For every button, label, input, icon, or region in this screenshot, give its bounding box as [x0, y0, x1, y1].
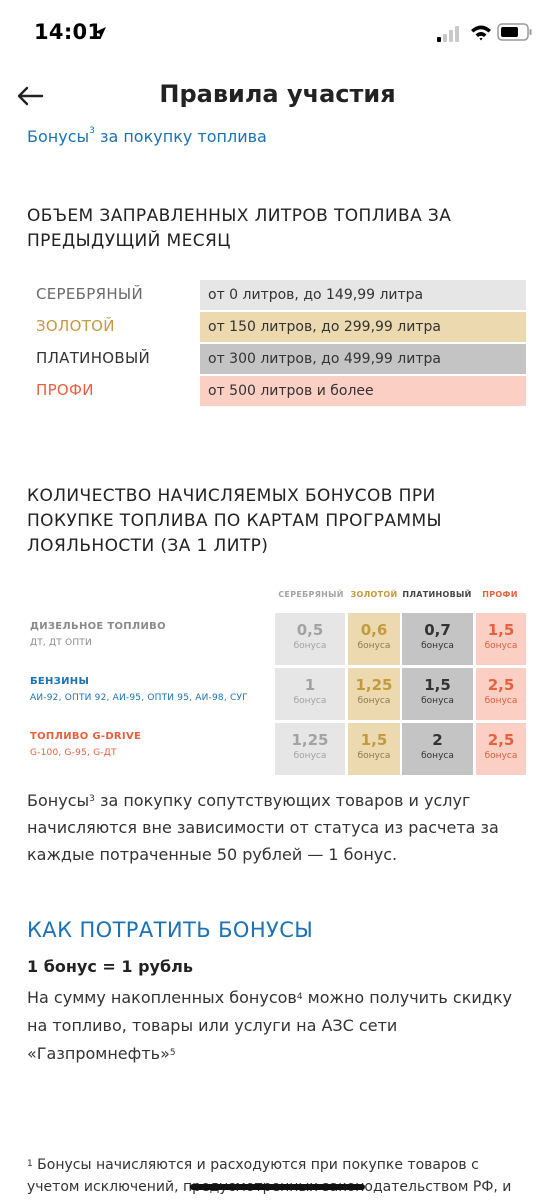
status-table: СЕРЕБРЯНЫЙ от 0 литров, до 149,99 литра ЗО…: [27, 279, 527, 407]
bonus-value-cell: 2,5 бонуса: [476, 723, 526, 775]
fuel-type-grades: ДТ, ДТ ОПТИ: [30, 638, 92, 648]
bonus-unit: бонуса: [421, 696, 454, 706]
fuel-type-label: ДИЗЕЛЬНОЕ ТОПЛИВО ДТ, ДТ ОПТИ: [30, 621, 166, 648]
bonus-value: 0,6: [360, 621, 388, 639]
bonus-value-cell: 1,5 бонуса: [476, 613, 526, 665]
fuel-type-label: ТОПЛИВО G-DRIVE G-100, G-95, G-ДТ: [30, 731, 141, 758]
bonus-value-cell: 2 бонуса: [402, 723, 473, 775]
fuel-type-name: ТОПЛИВО G-DRIVE: [30, 731, 142, 742]
bonus-table-header: ПЛАТИНОВЫЙ: [402, 590, 472, 599]
bonus-value: 2: [432, 731, 443, 749]
status-range: от 500 литров и более: [200, 376, 526, 406]
bonus-table-row: ТОПЛИВО G-DRIVE G-100, G-95, G-ДТ 1,25 бону…: [27, 723, 527, 775]
bonus-link-word: Бонусы: [27, 127, 90, 146]
home-indicator: [190, 1184, 365, 1190]
bonus-value: 1,5: [360, 731, 388, 749]
bonus-value-cell: 2,5 бонуса: [476, 668, 526, 720]
bonus-value: 1,5: [424, 676, 451, 694]
bonus-value-cell: 1,5 бонуса: [402, 668, 473, 720]
bonus-fuel-link[interactable]: Бонусы3 за покупку топлива: [27, 126, 267, 146]
fuel-type-label: БЕНЗИНЫ АИ-92, ОПТИ 92, АИ-95, ОПТИ 95, А…: [30, 676, 248, 703]
bonus-unit: бонуса: [293, 641, 327, 651]
volume-heading: ОБЪЕМ ЗАПРАВЛЕННЫХ ЛИТРОВ ТОПЛИВА ЗА ПРЕ…: [27, 206, 452, 251]
related-goods-paragraph: Бонусы3 за покупку сопутствующих товаров…: [27, 787, 532, 868]
nav-bar: Правила участия: [0, 68, 555, 124]
status-name: ПЛАТИНОВЫЙ: [36, 349, 151, 367]
bonus-unit: бонуса: [357, 641, 391, 651]
status-row: ЗОЛОТОЙ от 150 литров, до 299,99 литра: [27, 311, 527, 343]
status-row: ПРОФИ от 500 литров и более: [27, 375, 527, 407]
bonus-rate: 1 бонус = 1 рубль: [27, 957, 193, 976]
how-to-spend-heading: КАК ПОТРАТИТЬ БОНУСЫ: [27, 918, 314, 942]
fuel-type-grades: АИ-92, ОПТИ 92, АИ-95, ОПТИ 95, АИ-98, С…: [30, 693, 248, 703]
bonus-value: 1,25: [291, 731, 329, 749]
bonus-table-row: ДИЗЕЛЬНОЕ ТОПЛИВО ДТ, ДТ ОПТИ 0,5 бонуса 0,6…: [27, 613, 527, 665]
footnote-ref: 5: [169, 1048, 176, 1058]
bonus-table-header: ЗОЛОТОЙ: [350, 590, 398, 599]
para1-word: Бонусы: [27, 791, 90, 810]
location-arrow-icon: [94, 27, 106, 39]
status-range: от 150 литров, до 299,99 литра: [200, 312, 526, 342]
status-bar: 14:01: [0, 0, 555, 68]
status-range: от 0 литров, до 149,99 литра: [200, 280, 526, 310]
bonus-value: 1,25: [355, 676, 393, 694]
bonus-table-header: ПРОФИ: [482, 590, 518, 599]
footnote: 1 Бонусы начисляются и расходуются при п…: [27, 1154, 532, 1198]
bonus-value-cell: 1 бонуса: [275, 668, 345, 720]
footnote-ref: 4: [296, 992, 303, 1002]
bonus-table-row: БЕНЗИНЫ АИ-92, ОПТИ 92, АИ-95, ОПТИ 95, А…: [27, 668, 527, 720]
wifi-icon: [471, 25, 491, 41]
bonus-value-cell: 0,7 бонуса: [402, 613, 473, 665]
bonus-unit: бонуса: [484, 751, 518, 761]
bonus-value-cell: 1,25 бонуса: [275, 723, 345, 775]
page-title: Правила участия: [159, 80, 396, 108]
para2-part1: На сумму накопленных бонусов: [27, 988, 297, 1007]
bonus-unit: бонуса: [484, 696, 518, 706]
bonus-table-header: СЕРЕБРЯНЫЙ: [278, 590, 344, 599]
status-name: СЕРЕБРЯНЫЙ: [36, 285, 143, 303]
fuel-type-name: БЕНЗИНЫ: [30, 676, 90, 687]
status-range: от 300 литров, до 499,99 литра: [200, 344, 526, 374]
bonus-value-cell: 0,5 бонуса: [275, 613, 345, 665]
discount-paragraph: На сумму накопленных бонусов4 можно полу…: [27, 984, 532, 1068]
bonus-value: 2,5: [487, 731, 515, 749]
battery-icon: [497, 23, 532, 41]
bonus-unit: бонуса: [293, 751, 327, 761]
footnote-ref: 3: [89, 794, 95, 804]
bonus-unit: бонуса: [357, 751, 391, 761]
bonus-value: 2,5: [487, 676, 515, 694]
fuel-type-grades: G-100, G-95, G-ДТ: [30, 748, 117, 758]
bonus-unit: бонуса: [357, 696, 391, 706]
status-name: ПРОФИ: [36, 381, 94, 399]
footnote-ref: 3: [89, 126, 95, 136]
status-name: ЗОЛОТОЙ: [36, 317, 115, 335]
bonus-unit: бонуса: [421, 751, 454, 761]
bonus-value: 1: [304, 676, 316, 694]
bonus-unit: бонуса: [484, 641, 518, 651]
bonus-value: 0,5: [296, 621, 324, 639]
status-row: ПЛАТИНОВЫЙ от 300 литров, до 499,99 литра: [27, 343, 527, 375]
cellular-signal-icon: [437, 26, 459, 42]
bonus-link-rest: за покупку топлива: [94, 127, 267, 146]
bonus-value: 1,5: [487, 621, 515, 639]
bonus-unit: бонуса: [293, 696, 327, 706]
bonus-value-cell: 1,5 бонуса: [348, 723, 400, 775]
para1-rest: за покупку сопутствующих товаров и услуг…: [27, 791, 499, 864]
bonus-count-heading: КОЛИЧЕСТВО НАЧИСЛЯЕМЫХ БОНУСОВ ПРИ ПОКУП…: [27, 486, 442, 556]
bonus-value: 0,7: [424, 621, 451, 639]
status-row: СЕРЕБРЯНЫЙ от 0 литров, до 149,99 литра: [27, 279, 527, 311]
footnote-number: 1: [27, 1159, 33, 1169]
bonus-value-cell: 1,25 бонуса: [348, 668, 400, 720]
fuel-type-name: ДИЗЕЛЬНОЕ ТОПЛИВО: [30, 621, 166, 632]
bonus-value-cell: 0,6 бонуса: [348, 613, 400, 665]
bonus-unit: бонуса: [421, 641, 454, 651]
